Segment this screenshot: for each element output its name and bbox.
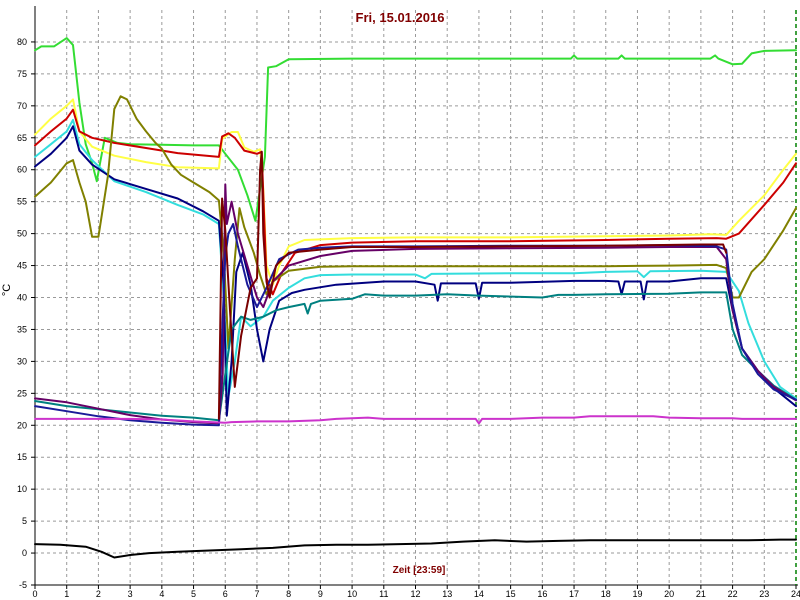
- line-chart: 0 1 2 3 4 5 6 7 8 9 10 11 12 13 14 15 16 17 18 19 20 21 22 23 24…: [0, 0, 800, 600]
- x-tick-label: 10: [347, 589, 357, 599]
- y-tick-label: 15: [17, 452, 27, 462]
- x-tick-label: 2: [96, 589, 101, 599]
- x-tick-label: 9: [318, 589, 323, 599]
- y-tick-label: 10: [17, 484, 27, 494]
- y-tick-label: 0: [22, 548, 27, 558]
- x-tick-label: 19: [632, 589, 642, 599]
- y-tick-label: 55: [17, 197, 27, 207]
- y-tick-label: 45: [17, 261, 27, 271]
- chart-title: Fri, 15.01.2016: [356, 10, 445, 25]
- x-tick-label: 20: [664, 589, 674, 599]
- y-tick-label: 40: [17, 293, 27, 303]
- y-tick-label: 50: [17, 229, 27, 239]
- x-tick-label: 5: [191, 589, 196, 599]
- x-tick-label: 1: [64, 589, 69, 599]
- y-tick-label: 65: [17, 133, 27, 143]
- y-tick-label: 75: [17, 69, 27, 79]
- x-tick-label: 7: [254, 589, 259, 599]
- x-tick-label: 15: [506, 589, 516, 599]
- x-tick-label: 16: [537, 589, 547, 599]
- x-axis-label: Zeit [23:59]: [393, 565, 446, 576]
- x-tick-label: 22: [728, 589, 738, 599]
- y-tick-label: 70: [17, 101, 27, 111]
- y-tick-label: 25: [17, 388, 27, 398]
- x-tick-label: 21: [696, 589, 706, 599]
- x-tick-label: 13: [442, 589, 452, 599]
- x-tick-label: 8: [286, 589, 291, 599]
- y-tick-label: 30: [17, 356, 27, 366]
- y-tick-label: 5: [22, 516, 27, 526]
- x-tick-label: 14: [474, 589, 484, 599]
- chart-background: [0, 0, 800, 600]
- x-tick-label: 0: [32, 589, 37, 599]
- x-tick-label: 3: [128, 589, 133, 599]
- x-tick-label: 17: [569, 589, 579, 599]
- y-tick-label: -5: [19, 580, 27, 590]
- y-tick-label: 20: [17, 420, 27, 430]
- y-axis-label: °C: [1, 284, 13, 296]
- x-tick-label: 23: [759, 589, 769, 599]
- x-tick-label: 12: [410, 589, 420, 599]
- x-tick-label: 24: [791, 589, 800, 599]
- y-tick-label: 35: [17, 324, 27, 334]
- x-tick-label: 11: [379, 589, 388, 599]
- x-tick-label: 4: [159, 589, 164, 599]
- y-tick-label: 80: [17, 37, 27, 47]
- x-tick-label: 6: [223, 589, 228, 599]
- y-tick-label: 60: [17, 165, 27, 175]
- x-tick-label: 18: [601, 589, 611, 599]
